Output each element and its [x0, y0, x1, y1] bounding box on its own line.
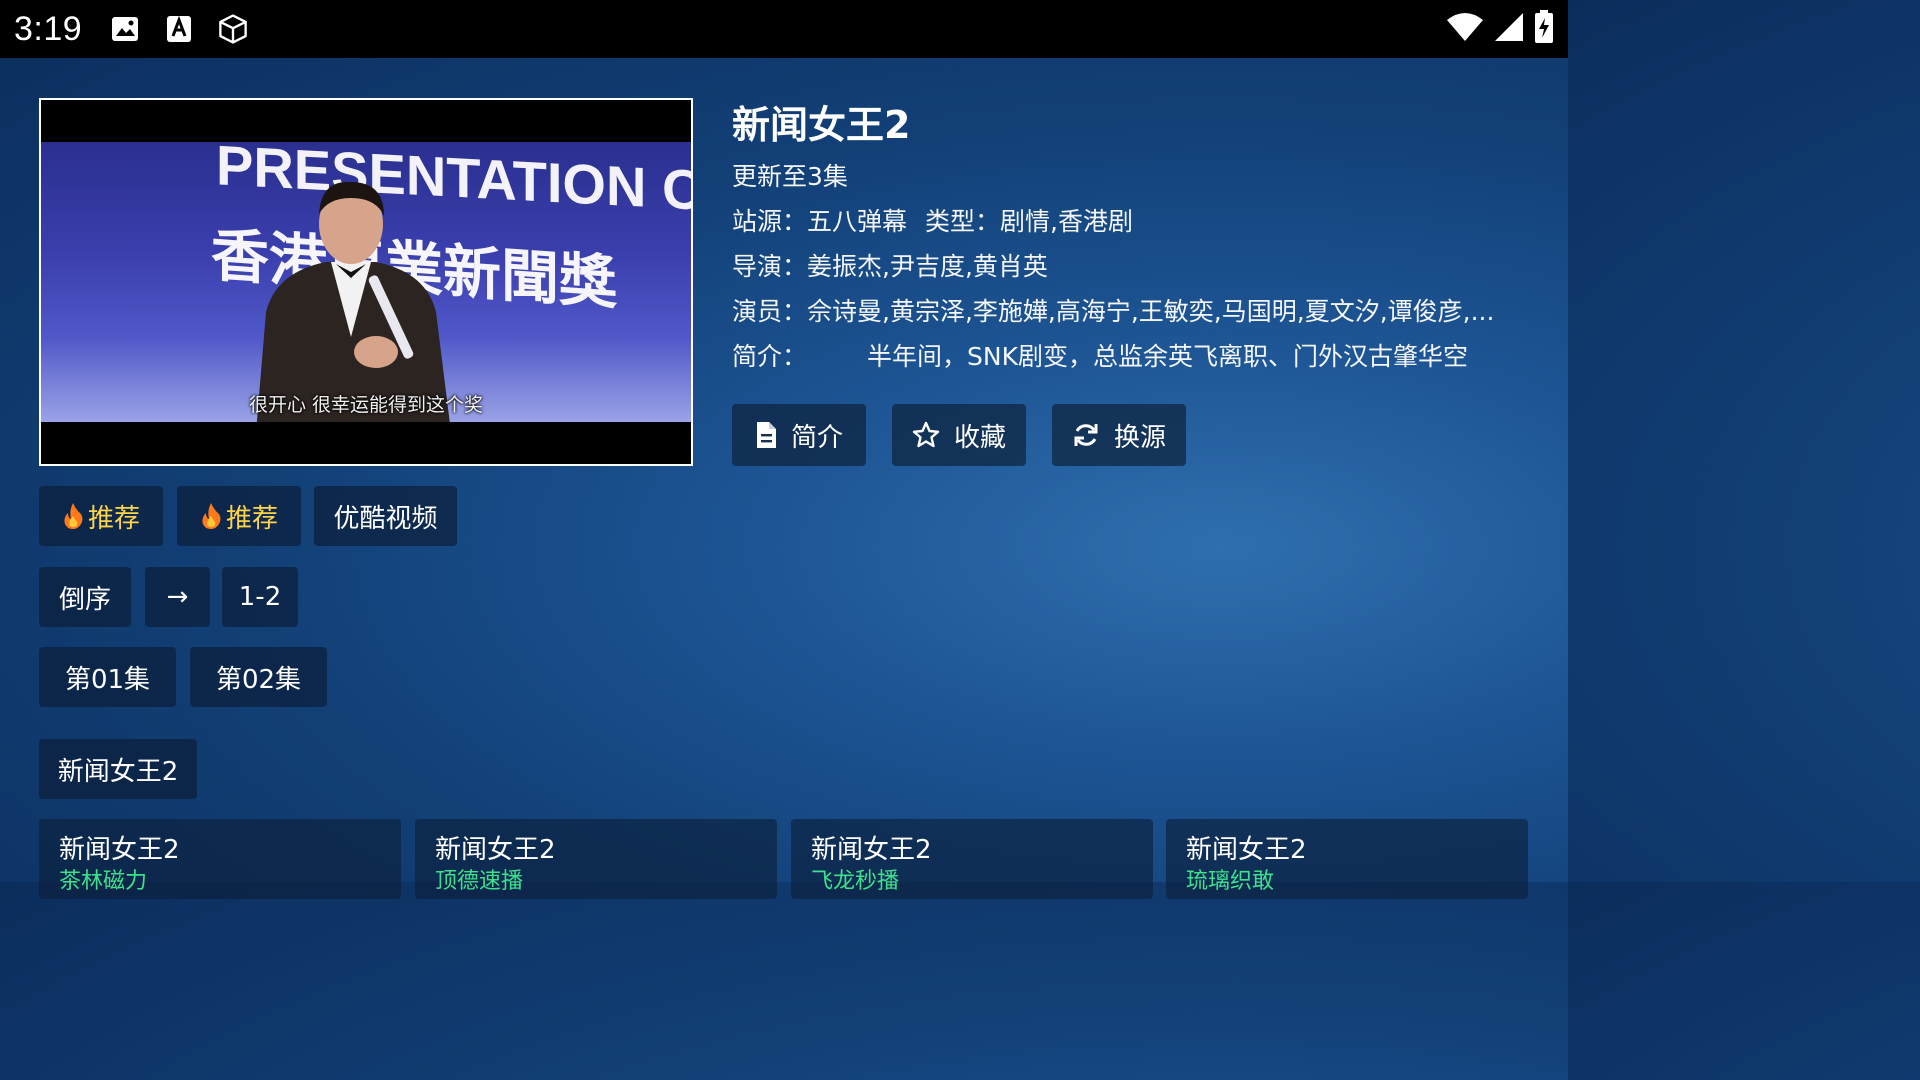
episode-range-label: 1-2 — [238, 582, 282, 612]
related-card-source: 飞龙秒播 — [811, 869, 900, 894]
source-chip-label: 优酷视频 — [333, 503, 438, 534]
poster-subtitle: 很开心 很幸运能得到这个奖 — [248, 394, 484, 416]
document-icon — [755, 421, 777, 449]
source-chip-recommend-2[interactable]: 推荐 — [177, 486, 301, 546]
episode-label: 第02集 — [215, 664, 302, 695]
switch-source-button-label: 换源 — [1113, 422, 1166, 453]
status-right — [1446, 10, 1554, 48]
video-poster[interactable]: PRESENTATION CERE 香港專業新聞獎 很开心 很幸运能得到这个奖 — [39, 98, 693, 466]
fire-icon — [200, 502, 222, 530]
episode-button-1[interactable]: 第01集 — [39, 647, 176, 707]
poster-scene: PRESENTATION CERE 香港專業新聞獎 — [41, 142, 691, 422]
related-card-source: 顶德速播 — [435, 869, 524, 894]
update-status: 更新至3集 — [732, 162, 848, 191]
director-label: 导演： — [732, 252, 808, 281]
favorite-button-label: 收藏 — [953, 422, 1006, 453]
poster-person — [256, 181, 450, 422]
series-chip[interactable]: 新闻女王2 — [39, 739, 197, 799]
director-line: 导演：姜振杰,尹吉度,黄肖英 — [732, 244, 1532, 289]
favorite-button[interactable]: 收藏 — [892, 404, 1026, 466]
intro-line: 简介： 半年间，SNK剧变，总监余英飞离职、门外汉古肇华空 — [732, 334, 1532, 379]
type-label: 类型： — [925, 207, 1001, 236]
related-card-4[interactable]: 新闻女王2 琉璃织敢 — [1166, 819, 1528, 899]
actors-value: 佘诗曼,黄宗泽,李施嬅,高海宁,王敏奕,马国明,夏文汐,谭俊彦,... — [807, 297, 1495, 326]
source-chip-label: 推荐 — [87, 503, 140, 534]
site-value: 五八弹幕 — [807, 207, 908, 236]
related-card-source: 琉璃织敢 — [1186, 869, 1275, 894]
related-card-title: 新闻女王2 — [1186, 835, 1307, 865]
source-chip-label: 推荐 — [225, 503, 278, 534]
actors-label: 演员： — [732, 297, 808, 326]
reverse-order-button[interactable]: 倒序 — [39, 567, 131, 627]
arrow-right-icon: → — [166, 582, 189, 612]
image-icon — [110, 14, 140, 44]
wifi-icon — [1446, 12, 1484, 46]
episode-label: 第01集 — [64, 664, 151, 695]
related-card-source: 茶林磁力 — [59, 869, 148, 894]
source-chip-recommend-1[interactable]: 推荐 — [39, 486, 163, 546]
related-card-title: 新闻女王2 — [811, 835, 932, 865]
site-label: 站源： — [732, 207, 808, 236]
sync-icon — [1072, 421, 1100, 449]
video-title: 新闻女王2 — [732, 103, 911, 147]
intro-value: 半年间，SNK剧变，总监余英飞离职、门外汉古肇华空 — [867, 342, 1468, 371]
intro-label: 简介： — [732, 342, 808, 371]
order-arrow-button[interactable]: → — [145, 567, 210, 627]
font-a-icon — [164, 14, 194, 44]
status-time: 3:19 — [14, 9, 83, 48]
director-value: 姜振杰,尹吉度,黄肖英 — [807, 252, 1048, 281]
intro-button[interactable]: 简介 — [732, 404, 866, 466]
related-card-title: 新闻女王2 — [435, 835, 556, 865]
site-type-line: 站源：五八弹幕 类型：剧情,香港剧 — [732, 199, 1532, 244]
related-card-2[interactable]: 新闻女王2 顶德速播 — [415, 819, 777, 899]
actors-line: 演员：佘诗曼,黄宗泽,李施嬅,高海宁,王敏奕,马国明,夏文汐,谭俊彦,... — [732, 289, 1532, 334]
series-chip-label: 新闻女王2 — [57, 756, 179, 787]
star-icon — [912, 421, 940, 449]
cell-signal-icon — [1494, 12, 1524, 46]
episode-range-button[interactable]: 1-2 — [222, 567, 298, 627]
detail-info: 新闻女王2 更新至3集 站源：五八弹幕 类型：剧情,香港剧 导演：姜振杰,尹吉度,… — [732, 96, 1532, 379]
type-value: 剧情,香港剧 — [1000, 207, 1133, 236]
cube-icon — [218, 14, 248, 44]
reverse-order-label: 倒序 — [58, 584, 111, 615]
intro-button-label: 简介 — [790, 422, 843, 453]
related-card-1[interactable]: 新闻女王2 茶林磁力 — [39, 819, 401, 899]
battery-charging-icon — [1534, 10, 1554, 48]
episode-button-2[interactable]: 第02集 — [190, 647, 327, 707]
switch-source-button[interactable]: 换源 — [1052, 404, 1186, 466]
status-bar: 3:19 — [0, 0, 1568, 58]
related-card-title: 新闻女王2 — [59, 835, 180, 865]
fire-icon — [62, 502, 84, 530]
related-card-3[interactable]: 新闻女王2 飞龙秒播 — [791, 819, 1153, 899]
source-chip-youku[interactable]: 优酷视频 — [314, 486, 457, 546]
